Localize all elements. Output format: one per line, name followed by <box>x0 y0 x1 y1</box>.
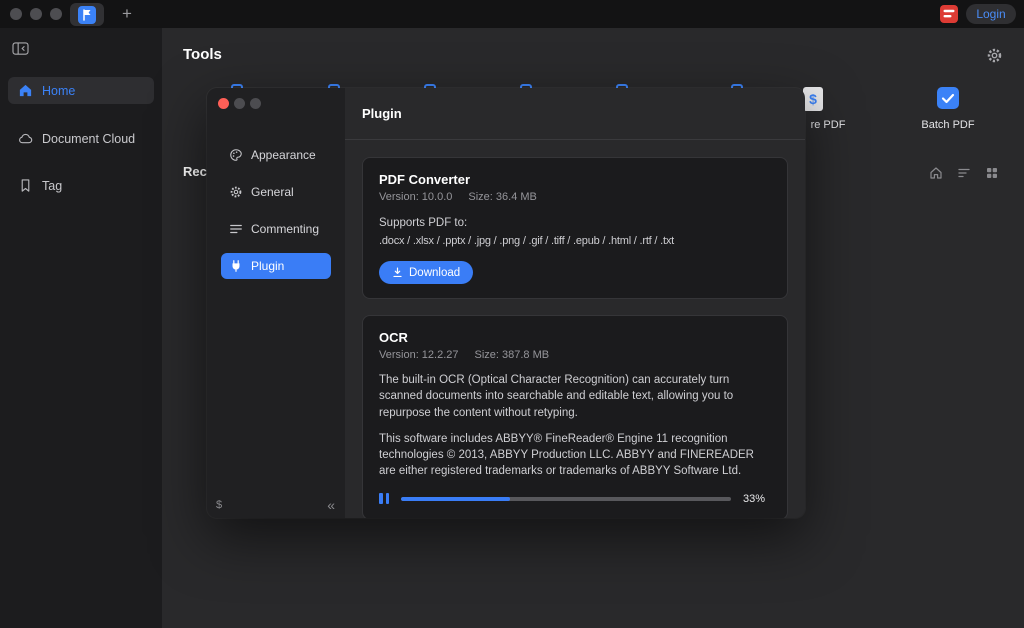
tool-dollar-doc-icon[interactable]: $ <box>802 86 824 112</box>
home-view-icon[interactable] <box>929 166 943 180</box>
plugin-size: Size: 387.8 MB <box>475 349 550 362</box>
nav-item-general[interactable]: General <box>221 179 331 205</box>
svg-text:$: $ <box>809 91 817 107</box>
progress-percent-label: 33% <box>743 493 771 505</box>
sidebar-item-label: Tag <box>42 179 62 193</box>
sidebar: Home Document Cloud Tag <box>0 28 162 628</box>
download-icon <box>392 267 403 278</box>
plugin-version: Version: 12.2.27 <box>379 349 459 362</box>
gear-icon <box>229 185 243 199</box>
download-button[interactable]: Download <box>379 261 473 284</box>
plugin-meta: Version: 10.0.0 Size: 36.4 MB <box>379 191 771 204</box>
tag-icon <box>18 178 33 193</box>
download-label: Download <box>409 267 460 279</box>
promo-badge-icon[interactable] <box>940 5 958 23</box>
ocr-card: OCR Version: 12.2.27 Size: 387.8 MB The … <box>362 315 788 518</box>
plugin-icon <box>229 259 243 273</box>
window-traffic-lights <box>10 8 62 20</box>
palette-icon <box>229 148 243 162</box>
dollar-glyph: $ <box>216 499 222 511</box>
grid-view-icon[interactable] <box>985 166 999 180</box>
nav-item-label: Appearance <box>251 148 316 162</box>
supports-label: Supports PDF to: <box>379 216 771 231</box>
nav-item-label: Plugin <box>251 259 284 273</box>
pause-button[interactable] <box>379 493 389 504</box>
plugin-size: Size: 36.4 MB <box>468 191 536 204</box>
sidebar-collapse-icon[interactable] <box>12 41 29 56</box>
ocr-download-progress: 33% <box>379 493 771 505</box>
app-logo-icon <box>78 6 96 24</box>
plus-icon: + <box>122 4 132 24</box>
plugin-card-title: OCR <box>379 330 771 345</box>
new-tab-button[interactable]: + <box>116 2 138 26</box>
titlebar: + Login <box>0 0 1024 28</box>
login-label: Login <box>976 7 1005 21</box>
dialog-header: Plugin <box>345 88 805 140</box>
window-zoom-button[interactable] <box>50 8 62 20</box>
dialog-traffic-lights <box>218 98 261 109</box>
preferences-content: Plugin PDF Converter Version: 10.0.0 Siz… <box>345 88 805 518</box>
dialog-close-button[interactable] <box>218 98 229 109</box>
nav-item-commenting[interactable]: Commenting <box>221 216 331 242</box>
sidebar-item-label: Home <box>42 84 75 98</box>
dialog-zoom-button[interactable] <box>250 98 261 109</box>
lines-icon <box>229 222 243 236</box>
settings-gear-icon[interactable] <box>986 47 1003 64</box>
nav-item-label: Commenting <box>251 222 319 236</box>
sidebar-item-document-cloud[interactable]: Document Cloud <box>8 125 154 152</box>
dialog-minimize-button[interactable] <box>234 98 245 109</box>
nav-item-label: General <box>251 185 294 199</box>
plugin-meta: Version: 12.2.27 Size: 387.8 MB <box>379 349 771 362</box>
window-minimize-button[interactable] <box>30 8 42 20</box>
preferences-dialog: Appearance General Commenting Plugin $ «… <box>207 88 805 518</box>
progress-fill <box>401 497 510 501</box>
plugin-version: Version: 10.0.0 <box>379 191 452 204</box>
sort-list-icon[interactable] <box>957 166 971 180</box>
preferences-nav: Appearance General Commenting Plugin $ « <box>207 88 345 518</box>
collapse-nav-icon[interactable]: « <box>327 497 335 513</box>
ocr-description: The built-in OCR (Optical Character Reco… <box>379 372 771 421</box>
document-tab[interactable] <box>70 3 104 26</box>
nav-item-plugin[interactable]: Plugin <box>221 253 331 279</box>
nav-item-appearance[interactable]: Appearance <box>221 142 331 168</box>
supported-formats: .docx / .xlsx / .pptx / .jpg / .png / .g… <box>379 234 771 249</box>
page-title: Tools <box>183 46 222 63</box>
login-button[interactable]: Login <box>966 4 1016 24</box>
tool-label: Batch PDF <box>914 119 982 131</box>
progress-bar <box>401 497 731 501</box>
sidebar-item-home[interactable]: Home <box>8 77 154 104</box>
plugin-panel: PDF Converter Version: 10.0.0 Size: 36.4… <box>345 140 805 518</box>
plugin-card-title: PDF Converter <box>379 172 771 187</box>
pdf-converter-card: PDF Converter Version: 10.0.0 Size: 36.4… <box>362 157 788 299</box>
home-icon <box>18 83 33 98</box>
window-close-button[interactable] <box>10 8 22 20</box>
tool-label: re PDF <box>798 119 858 131</box>
tool-batch-pdf-icon[interactable] <box>936 86 960 110</box>
sidebar-item-tag[interactable]: Tag <box>8 172 154 199</box>
dialog-title: Plugin <box>362 106 402 121</box>
sidebar-item-label: Document Cloud <box>42 132 135 146</box>
cloud-icon <box>18 131 33 146</box>
ocr-license-text: This software includes ABBYY® FineReader… <box>379 431 771 480</box>
recent-section-heading: Rec <box>183 164 207 179</box>
